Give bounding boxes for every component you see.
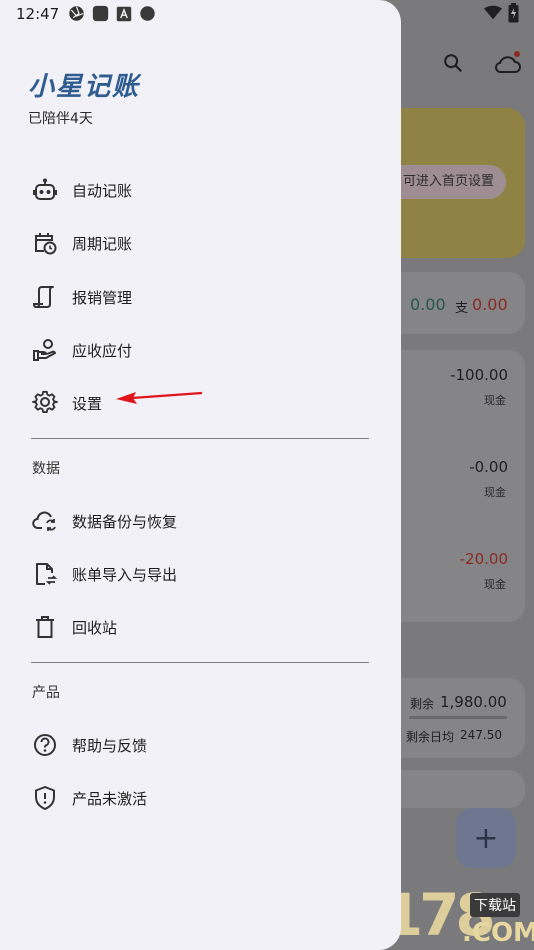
app-subtitle: 已陪伴4天 [28, 111, 93, 127]
receipt-icon [30, 282, 60, 312]
menu-item-recurring[interactable]: 周期记账 [16, 218, 376, 268]
transaction-account: 现金 [484, 578, 506, 591]
menu-item-help-feedback[interactable]: 帮助与反馈 [16, 720, 376, 770]
navigation-drawer: 小星记账 已陪伴4天 自动记账 周期记账 报销管理 应收应付 设置 数据 数据备… [0, 0, 401, 950]
menu-item-label: 账单导入与导出 [72, 565, 178, 584]
menu-item-receivable-payable[interactable]: 应收应付 [16, 325, 376, 375]
search-icon[interactable] [442, 52, 464, 74]
menu-item-label: 产品未激活 [72, 789, 148, 808]
transaction-amount: -20.00 [459, 550, 508, 568]
menu-item-label: 周期记账 [72, 234, 133, 253]
section-label-product: 产品 [32, 685, 60, 701]
file-transfer-icon [30, 559, 60, 589]
menu-item-label: 帮助与反馈 [72, 736, 148, 755]
wifi-icon [484, 5, 502, 20]
expense-label: 支 [455, 301, 469, 316]
app-square-icon [92, 5, 109, 22]
trash-icon [30, 612, 60, 642]
a-box-icon [116, 6, 132, 21]
status-time: 12:47 [16, 5, 60, 23]
menu-item-reimbursement[interactable]: 报销管理 [16, 272, 376, 322]
budget-remain-value: 1,980.00 [440, 693, 507, 711]
status-bar: 12:47 [0, 0, 534, 30]
cloud-icon[interactable] [493, 50, 523, 76]
expense-value: 0.00 [472, 295, 508, 314]
app-title: 小星记账 [28, 72, 141, 102]
aperture-icon [69, 6, 84, 21]
budget-daily-label: 剩余日均 [406, 730, 455, 744]
transaction-account: 现金 [484, 486, 506, 499]
income-value: 0.00 [410, 295, 446, 314]
divider [31, 438, 369, 439]
divider [31, 662, 369, 663]
menu-item-label: 设置 [72, 394, 103, 413]
budget-remain-label: 剩余 [410, 697, 435, 711]
transaction-amount: -100.00 [450, 366, 508, 384]
menu-item-product-activation[interactable]: 产品未激活 [16, 773, 376, 823]
menu-item-auto-bookkeeping[interactable]: 自动记账 [16, 165, 376, 215]
shield-alert-icon [30, 783, 60, 813]
circle-icon [140, 6, 155, 21]
menu-item-label: 自动记账 [72, 181, 133, 200]
menu-item-recycle-bin[interactable]: 回收站 [16, 602, 376, 652]
section-label-data: 数据 [32, 461, 60, 477]
help-circle-icon [30, 730, 60, 760]
watermark-suffix: .COM [462, 918, 534, 948]
gear-icon [30, 388, 60, 418]
transaction-amount: -0.00 [469, 458, 508, 476]
budget-progress [409, 716, 507, 719]
cloud-sync-icon [30, 506, 60, 536]
menu-item-label: 回收站 [72, 618, 118, 637]
hand-person-icon [30, 335, 60, 365]
battery-icon [508, 3, 519, 23]
menu-item-label: 应收应付 [72, 341, 133, 360]
watermark-badge: 下载站 [470, 893, 520, 917]
menu-item-backup-restore[interactable]: 数据备份与恢复 [16, 496, 376, 546]
menu-item-label: 数据备份与恢复 [72, 512, 178, 531]
menu-item-import-export[interactable]: 账单导入与导出 [16, 549, 376, 599]
transaction-account: 现金 [484, 394, 506, 407]
calendar-clock-icon [30, 228, 60, 258]
status-notification-icons [68, 5, 156, 22]
annotation-arrow [116, 391, 203, 404]
menu-item-label: 报销管理 [72, 288, 133, 307]
budget-daily-value: 247.50 [460, 728, 502, 742]
robot-icon [30, 175, 60, 205]
add-fab[interactable]: + [456, 808, 516, 868]
